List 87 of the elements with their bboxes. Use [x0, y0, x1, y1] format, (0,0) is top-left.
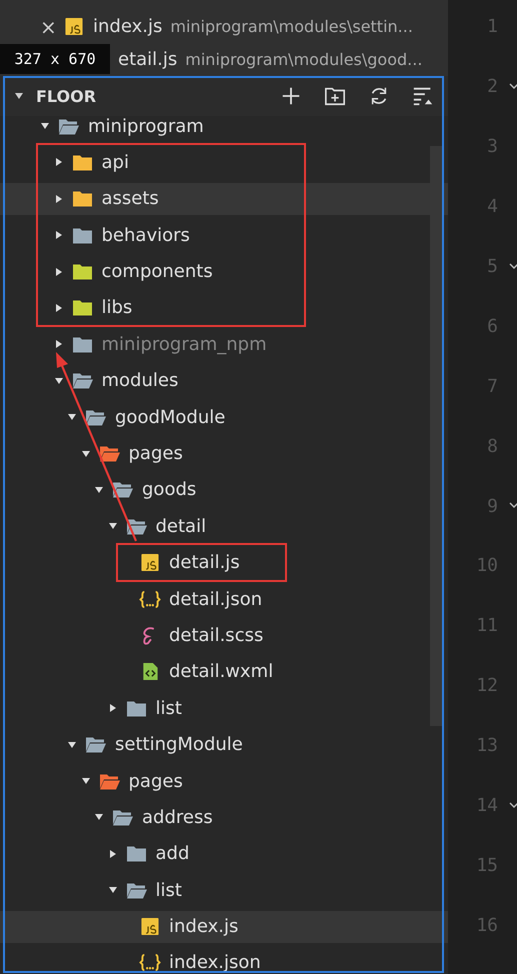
caret-icon[interactable] — [108, 703, 118, 714]
caret-icon[interactable] — [14, 91, 24, 101]
js-file-icon — [63, 17, 85, 36]
caret-icon[interactable] — [54, 230, 64, 240]
item-name: detail.json — [169, 588, 262, 610]
item-name: detail.wxml — [169, 661, 274, 682]
tree-item[interactable]: behaviors — [0, 219, 448, 252]
tree-item[interactable]: address — [0, 801, 448, 834]
item-name: detail.scss — [169, 624, 264, 646]
file-name[interactable]: index.js — [93, 16, 162, 37]
item-name: goodModule — [115, 406, 226, 428]
caret-icon[interactable] — [40, 121, 50, 131]
item-name: goods — [142, 479, 196, 500]
item-name: address — [142, 806, 213, 828]
close-icon[interactable]: × — [40, 16, 57, 36]
add-icon[interactable] — [280, 85, 302, 107]
explorer-title: FLOOR — [36, 86, 96, 106]
item-name: detail.js — [169, 552, 240, 574]
tree-item[interactable]: list — [0, 692, 448, 724]
item-name: behaviors — [102, 224, 190, 246]
braces-icon — [139, 953, 161, 972]
item-name: add — [156, 843, 190, 864]
item-name: pages — [128, 443, 183, 464]
tree-item[interactable]: detail.scss — [0, 619, 448, 652]
item-name: settingModule — [115, 734, 243, 756]
file-name[interactable]: etail.js — [118, 49, 178, 70]
tree-item[interactable]: api — [0, 146, 448, 178]
tree-item[interactable]: add — [0, 838, 448, 870]
tree-item[interactable]: goods — [0, 474, 448, 506]
caret-icon[interactable] — [54, 266, 64, 277]
new-folder-icon[interactable] — [324, 85, 346, 107]
item-name: assets — [102, 188, 159, 210]
item-name: pages — [128, 770, 183, 792]
item-name: index.js — [169, 916, 238, 938]
caret-icon[interactable] — [54, 376, 64, 386]
caret-icon[interactable] — [80, 776, 90, 786]
tree-item[interactable]: settingModule — [0, 728, 448, 761]
tree-item[interactable]: detail.js — [0, 546, 448, 579]
item-name: miniprogram_npm — [102, 334, 267, 355]
caret-icon[interactable] — [108, 848, 118, 859]
caret-icon[interactable] — [54, 302, 64, 313]
tree-item[interactable]: detail.json — [0, 583, 448, 616]
caret-icon[interactable] — [67, 740, 77, 750]
braces-icon — [139, 590, 161, 609]
tree-item[interactable]: goodModule — [0, 401, 448, 434]
js-file-icon — [139, 553, 161, 572]
tree-item[interactable]: miniprogram — [0, 116, 448, 142]
collapse-icon[interactable] — [412, 85, 434, 107]
caret-icon[interactable] — [108, 885, 118, 896]
fold-icon[interactable] — [509, 260, 517, 271]
scrollbar[interactable] — [430, 146, 442, 726]
item-name: list — [156, 880, 182, 901]
item-name: api — [102, 152, 129, 173]
item-name: libs — [102, 297, 132, 318]
tree-item[interactable]: pages — [0, 438, 448, 470]
fold-icon[interactable] — [509, 80, 517, 91]
caret-icon[interactable] — [54, 339, 64, 350]
js-file-icon — [139, 917, 161, 936]
file-path: miniprogram\modules\settin... — [170, 17, 413, 36]
item-name: index.json — [169, 952, 261, 974]
item-name: list — [156, 698, 182, 719]
tree-item[interactable]: libs — [0, 292, 448, 324]
dimension-label: 327 x 670 — [0, 44, 110, 74]
caret-icon[interactable] — [67, 412, 77, 422]
tree-item[interactable]: pages — [0, 765, 448, 798]
tree-item[interactable]: miniprogram_npm — [0, 328, 448, 360]
file-path: miniprogram\modules\good... — [185, 50, 422, 69]
item-name: miniprogram — [88, 116, 204, 136]
item-name: detail — [156, 516, 206, 537]
caret-icon[interactable] — [108, 521, 118, 532]
caret-icon[interactable] — [54, 157, 64, 168]
tree-item[interactable]: detail.wxml — [0, 656, 448, 688]
caret-icon[interactable] — [54, 194, 64, 204]
tree-item[interactable]: components — [0, 256, 448, 288]
item-name: components — [102, 261, 213, 282]
tree-item[interactable]: list — [0, 874, 448, 906]
tree-item[interactable]: detail — [0, 510, 448, 542]
tree-item[interactable]: index.json — [0, 946, 448, 974]
caret-icon[interactable] — [80, 448, 90, 459]
tree-item[interactable]: index.js — [0, 910, 448, 943]
tree-item[interactable]: modules — [0, 364, 448, 397]
fold-icon[interactable] — [509, 500, 517, 510]
caret-icon[interactable] — [94, 812, 104, 822]
caret-icon[interactable] — [94, 484, 104, 495]
tree-item[interactable]: assets — [0, 182, 448, 215]
fold-icon[interactable] — [509, 800, 517, 810]
item-name: modules — [102, 370, 178, 392]
